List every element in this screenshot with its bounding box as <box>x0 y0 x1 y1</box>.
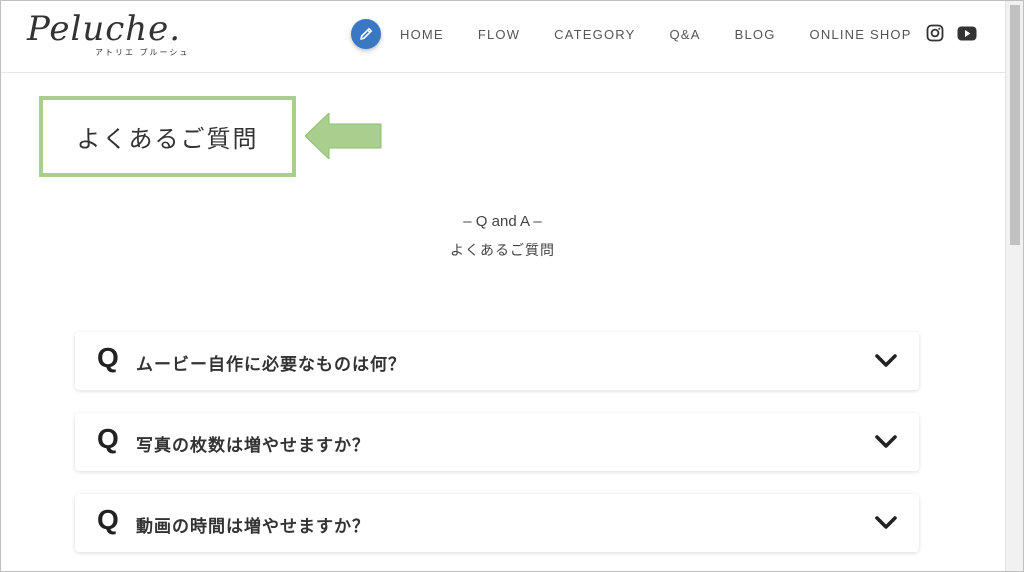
nav-online-shop[interactable]: ONLINE SHOP <box>810 27 912 42</box>
section-title: よくあるご質問 <box>450 243 555 259</box>
faq-question: 動画の時間は増やせますか？ <box>136 517 370 537</box>
chevron-down-icon[interactable] <box>875 353 897 369</box>
page-scrollbar[interactable] <box>1005 1 1023 571</box>
faq-item[interactable]: Q 写真の枚数は増やせますか？ <box>75 413 919 471</box>
youtube-icon[interactable] <box>957 23 977 43</box>
faq-q-marker: Q <box>97 504 119 535</box>
chevron-down-icon[interactable] <box>875 515 897 531</box>
callout-text: よくあるご質問 <box>76 125 259 153</box>
callout-highlight-box: よくあるご質問 <box>39 96 296 177</box>
logo-script: Peluche. <box>27 9 182 49</box>
scrollbar-thumb[interactable] <box>1010 5 1020 245</box>
site-logo[interactable]: Peluche. アトリエ プルーシュ <box>27 9 187 63</box>
instagram-icon[interactable] <box>925 23 945 43</box>
nav-flow[interactable]: FLOW <box>478 27 520 42</box>
logo-subtitle: アトリエ プルーシュ <box>95 48 190 57</box>
browser-frame <box>0 0 1024 572</box>
site-header: Peluche. アトリエ プルーシュ HOME FLOW CATEGORY Q… <box>1 1 1005 73</box>
nav-category[interactable]: CATEGORY <box>554 27 635 42</box>
arrow-left-icon <box>305 113 382 159</box>
faq-question: 写真の枚数は増やせますか？ <box>136 436 370 456</box>
nav-blog[interactable]: BLOG <box>735 27 776 42</box>
section-subtitle: – Q and A – <box>463 213 542 230</box>
faq-q-marker: Q <box>97 342 119 373</box>
social-links <box>925 23 989 43</box>
faq-question: ムービー自作に必要なものは何？ <box>136 355 406 375</box>
main-nav: HOME FLOW CATEGORY Q&A BLOG ONLINE SHOP <box>400 25 946 43</box>
nav-qa[interactable]: Q&A <box>670 27 701 42</box>
faq-item[interactable]: Q ムービー自作に必要なものは何？ <box>75 332 919 390</box>
pencil-button[interactable] <box>351 19 381 49</box>
pencil-icon <box>360 28 372 40</box>
chevron-down-icon[interactable] <box>875 434 897 450</box>
faq-q-marker: Q <box>97 423 119 454</box>
nav-home[interactable]: HOME <box>400 27 444 42</box>
faq-item[interactable]: Q 動画の時間は増やせますか？ <box>75 494 919 552</box>
